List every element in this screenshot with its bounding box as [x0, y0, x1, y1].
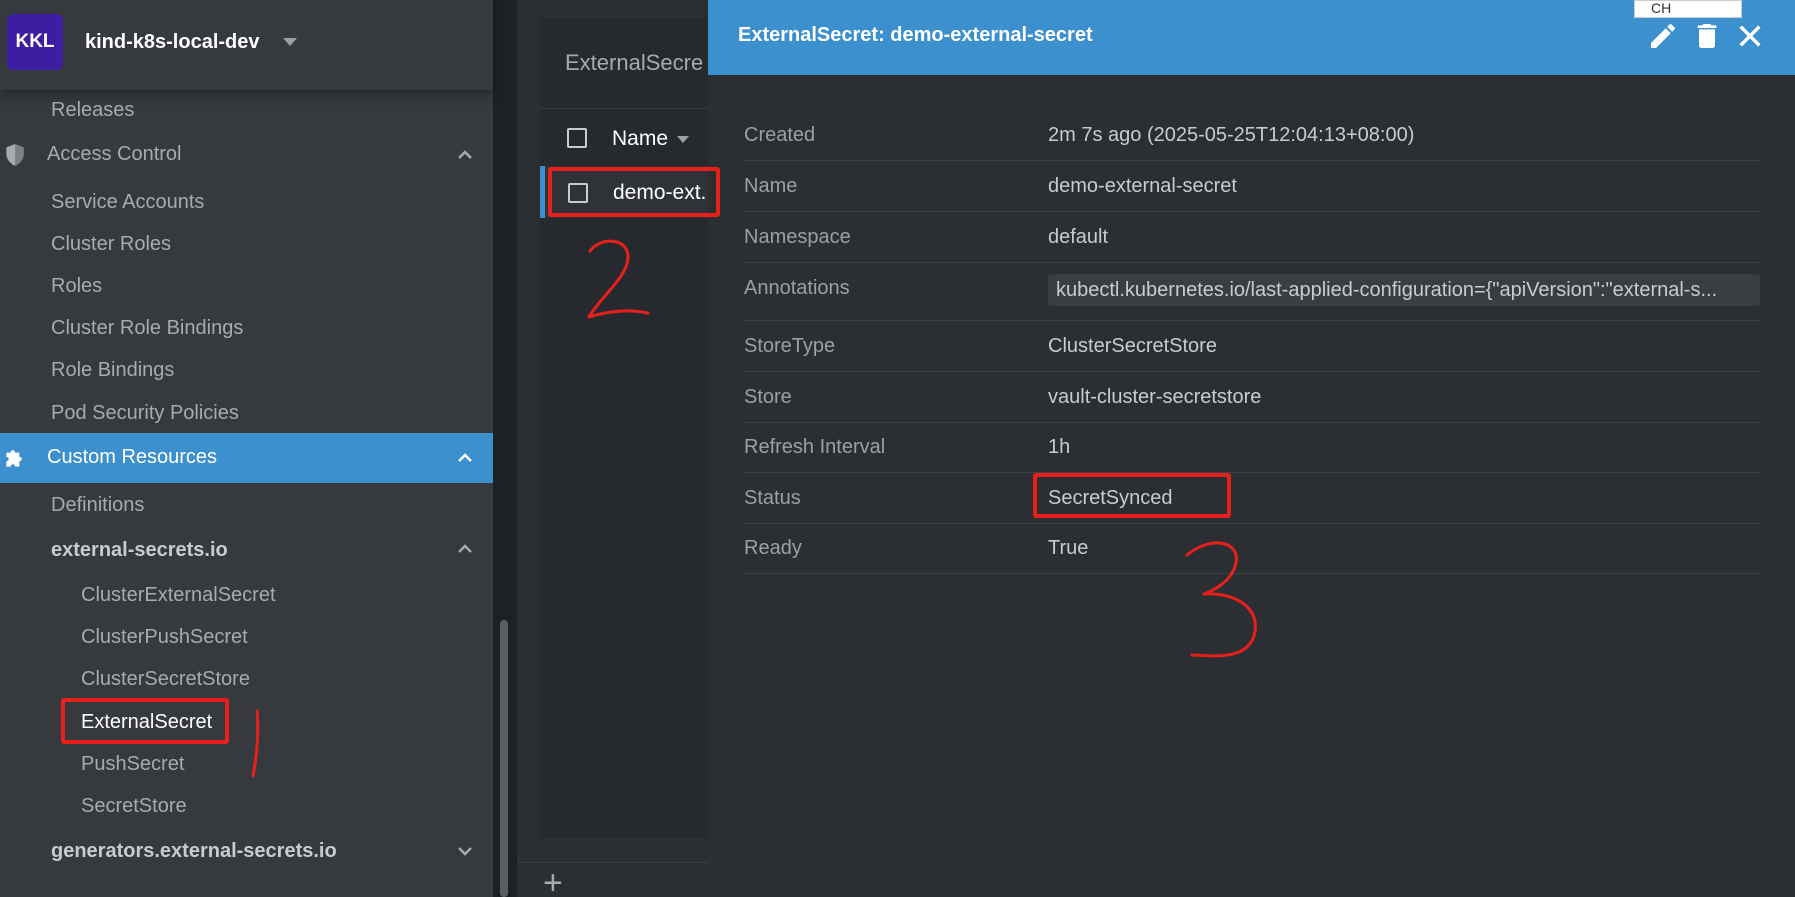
detail-key: StoreType — [744, 335, 836, 357]
red-highlight-box-externalsecret — [61, 698, 229, 744]
puzzle-icon — [6, 450, 22, 467]
detail-key: Annotations — [744, 277, 850, 299]
sidebar-group-external-secrets[interactable]: external-secrets.io — [51, 539, 228, 562]
detail-row-namespace: Namespace default — [744, 212, 1760, 263]
detail-key: Namespace — [744, 226, 851, 248]
sidebar-item-cluster-role-bindings[interactable]: Cluster Role Bindings — [51, 317, 243, 340]
sidebar-item-roles[interactable]: Roles — [51, 275, 102, 298]
sidebar-item-pod-security-policies[interactable]: Pod Security Policies — [51, 402, 239, 425]
annotation-chip[interactable]: kubectl.kubernetes.io/last-applied-confi… — [1048, 274, 1760, 306]
sidebar-item-pushsecret[interactable]: PushSecret — [81, 753, 184, 776]
red-highlight-box-row — [548, 167, 720, 217]
sidebar-group-label: Custom Resources — [47, 446, 218, 468]
sort-caret-icon[interactable] — [677, 136, 689, 143]
select-all-checkbox[interactable] — [567, 128, 587, 148]
detail-key: Status — [744, 487, 801, 509]
sidebar-group-custom-resources[interactable]: Custom Resources — [0, 433, 493, 483]
ime-indicator: CH — [1634, 0, 1742, 18]
detail-key: Refresh Interval — [744, 436, 886, 458]
drawer-title: ExternalSecret: demo-external-secret — [738, 24, 1093, 46]
sidebar-item-cluster-roles[interactable]: Cluster Roles — [51, 233, 171, 256]
detail-row-name: Name demo-external-secret — [744, 161, 1760, 212]
red-highlight-box-status — [1033, 473, 1231, 518]
sidebar-group-label: Access Control — [47, 143, 182, 165]
detail-row-created: Created 2m 7s ago (2025-05-25T12:04:13+0… — [744, 110, 1760, 161]
detail-key: Created — [744, 124, 816, 146]
detail-key: Ready — [744, 537, 802, 559]
detail-key: Store — [744, 386, 792, 408]
cluster-avatar: KKL — [7, 14, 63, 70]
handwritten-number-2 — [587, 239, 650, 319]
sidebar-group-access-control[interactable]: Access Control — [0, 130, 493, 180]
sidebar-item-clusterexternalsecret[interactable]: ClusterExternalSecret — [81, 584, 276, 607]
add-tab-icon[interactable]: + — [543, 866, 563, 897]
detail-value: demo-external-secret — [1048, 175, 1237, 197]
sidebar-group-generators[interactable]: generators.external-secrets.io — [51, 840, 337, 863]
shield-icon — [6, 144, 24, 166]
detail-row-storetype: StoreType ClusterSecretStore — [744, 321, 1760, 372]
divider — [540, 108, 720, 109]
detail-value: 1h — [1048, 436, 1071, 458]
detail-value: True — [1048, 537, 1089, 559]
sidebar-item-definitions[interactable]: Definitions — [51, 494, 144, 517]
handwritten-number-3 — [1185, 541, 1257, 658]
cluster-header[interactable]: KKL kind-k8s-local-dev — [0, 0, 493, 90]
annotation-value: kubectl.kubernetes.io/last-applied-confi… — [1056, 279, 1718, 301]
detail-row-refresh-interval: Refresh Interval 1h — [744, 422, 1760, 473]
sidebar-item-clustersecretstore[interactable]: ClusterSecretStore — [81, 668, 250, 691]
sidebar-item-clusterpushsecret[interactable]: ClusterPushSecret — [81, 626, 248, 649]
list-title: ExternalSecre — [565, 50, 704, 75]
detail-value[interactable]: default — [1048, 226, 1108, 249]
detail-value: 2m 7s ago (2025-05-25T12:04:13+08:00) — [1048, 124, 1415, 146]
detail-row-status: Status SecretSynced — [744, 473, 1760, 524]
sidebar-item-releases[interactable]: Releases — [51, 99, 134, 122]
selected-row-indicator — [540, 166, 545, 218]
delete-icon[interactable] — [1691, 20, 1723, 52]
chevron-down-icon[interactable] — [455, 841, 475, 861]
handwritten-number-1 — [251, 709, 260, 778]
sidebar-item-role-bindings[interactable]: Role Bindings — [51, 359, 174, 382]
edit-icon[interactable] — [1647, 20, 1679, 52]
detail-key: Name — [744, 175, 798, 197]
chevron-down-icon[interactable] — [283, 38, 297, 46]
cluster-name[interactable]: kind-k8s-local-dev — [85, 31, 260, 54]
sidebar-item-service-accounts[interactable]: Service Accounts — [51, 191, 204, 214]
detail-value: vault-cluster-secretstore — [1048, 386, 1262, 408]
sidebar-item-secretstore[interactable]: SecretStore — [81, 795, 187, 818]
close-icon[interactable] — [1734, 20, 1766, 52]
chevron-up-icon[interactable] — [455, 539, 475, 559]
chevron-up-icon[interactable] — [455, 145, 475, 165]
detail-row-annotations: Annotations kubectl.kubernetes.io/last-a… — [744, 263, 1760, 321]
detail-value: ClusterSecretStore — [1048, 335, 1217, 357]
chevron-up-icon[interactable] — [455, 448, 475, 468]
detail-row-store: Store vault-cluster-secretstore — [744, 372, 1760, 423]
column-header-name[interactable]: Name — [612, 127, 668, 151]
sidebar-scrollbar[interactable] — [500, 620, 508, 897]
